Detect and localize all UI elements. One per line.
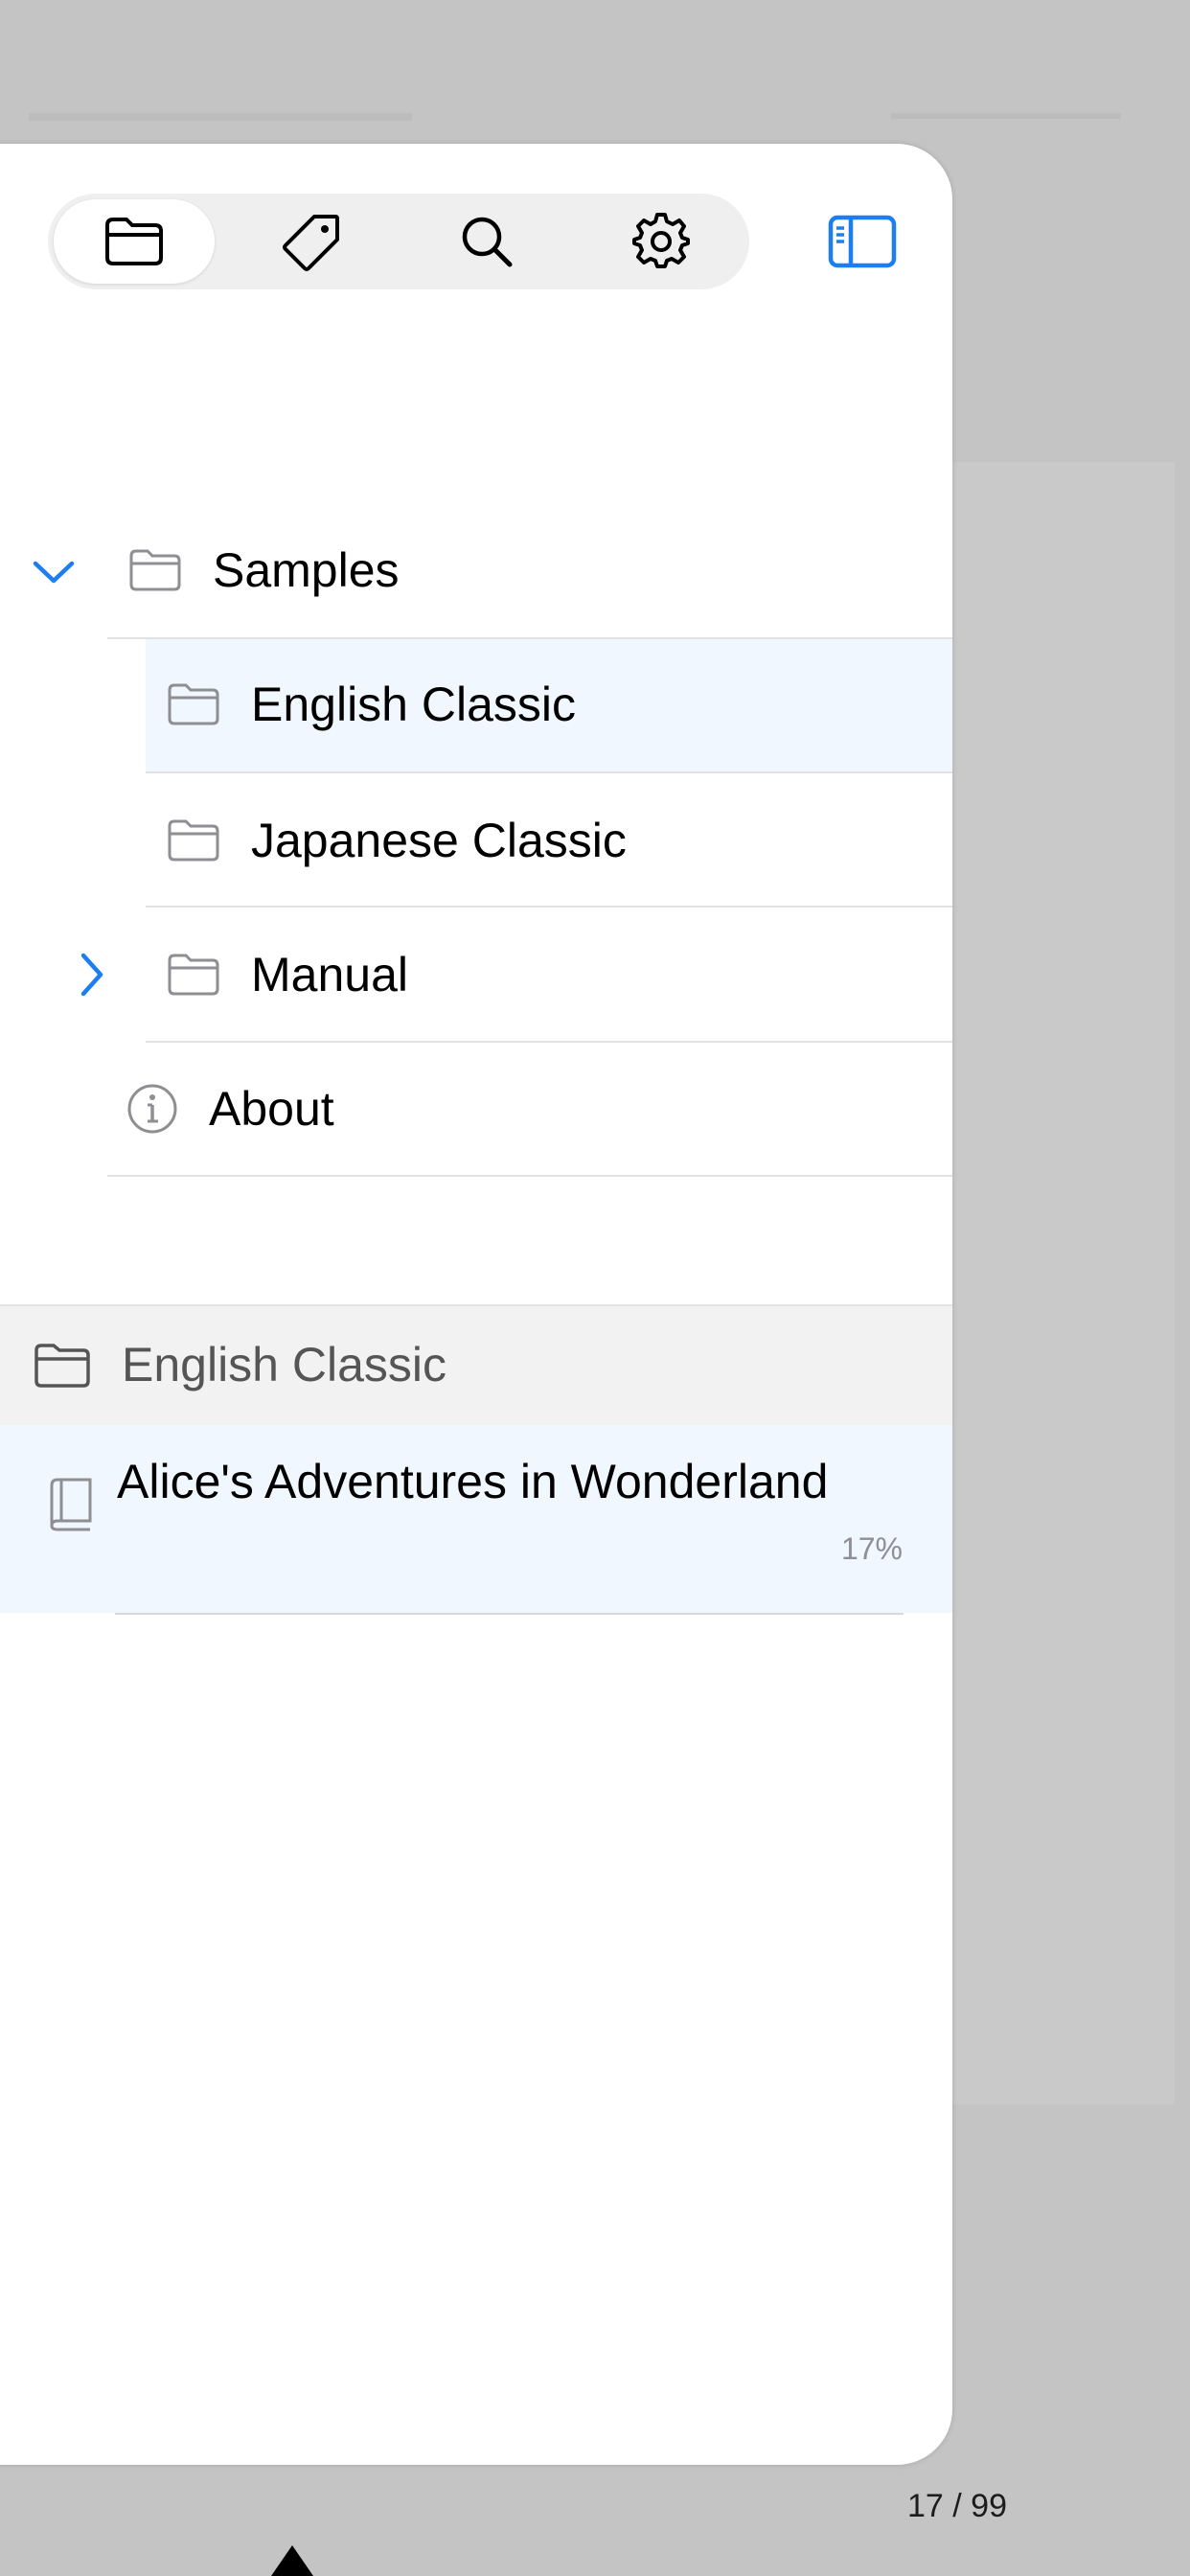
expand-manual-button[interactable] <box>75 949 109 1000</box>
tree-item-label: Japanese Classic <box>251 814 627 867</box>
tree-item-english-classic-content: English Classic <box>167 661 952 748</box>
book-icon <box>50 1478 92 1531</box>
folder-icon <box>105 218 163 265</box>
background-text-line <box>891 113 1121 119</box>
tab-folders[interactable] <box>54 199 215 284</box>
chevron-right-icon <box>80 953 103 997</box>
section-title: English Classic <box>122 1338 447 1392</box>
book-progress: 17% <box>840 1531 903 1566</box>
book-title: Alice's Adventures in Wonderland <box>117 1455 829 1508</box>
tree-item-samples[interactable]: Samples <box>128 527 952 613</box>
folder-icon <box>34 1344 90 1388</box>
tree-item-about[interactable]: About <box>126 1066 952 1152</box>
tree-item-japanese-classic[interactable]: Japanese Classic <box>167 797 952 884</box>
collapse-samples-button[interactable] <box>29 551 79 593</box>
tab-search[interactable] <box>406 199 567 284</box>
divider <box>146 771 952 773</box>
library-segmented-control <box>48 194 749 289</box>
library-panel: Samples English Classic Japanese Classic <box>0 144 952 2465</box>
folder-icon <box>168 819 219 862</box>
tab-settings[interactable] <box>581 199 742 284</box>
info-icon <box>127 1084 177 1134</box>
gear-icon <box>632 213 690 268</box>
sidebar-toggle-button[interactable] <box>826 211 899 272</box>
background-page <box>952 462 1175 2104</box>
sidebar-icon <box>828 215 897 268</box>
tree-item-label: English Classic <box>251 678 577 731</box>
book-row[interactable]: Alice's Adventures in Wonderland 17% <box>0 1425 952 1613</box>
section-header: English Classic <box>0 1304 952 1427</box>
background-text-line <box>29 113 412 121</box>
tree-item-manual[interactable]: Manual <box>167 932 952 1018</box>
page-handle-icon[interactable] <box>271 2545 313 2576</box>
folder-icon <box>129 549 181 591</box>
search-icon <box>462 217 513 267</box>
page-indicator: 17 / 99 <box>907 2488 1007 2524</box>
folder-icon <box>168 954 219 996</box>
tree-item-label: Manual <box>251 948 408 1001</box>
tab-tags[interactable] <box>232 199 393 284</box>
divider <box>107 1175 952 1177</box>
divider <box>115 1613 904 1615</box>
divider <box>146 1041 952 1043</box>
folder-icon <box>168 683 219 725</box>
tree-item-label: About <box>209 1082 334 1136</box>
tree-item-label: Samples <box>213 543 400 597</box>
divider <box>146 906 952 908</box>
tag-icon <box>283 215 339 271</box>
chevron-down-icon <box>33 561 75 584</box>
